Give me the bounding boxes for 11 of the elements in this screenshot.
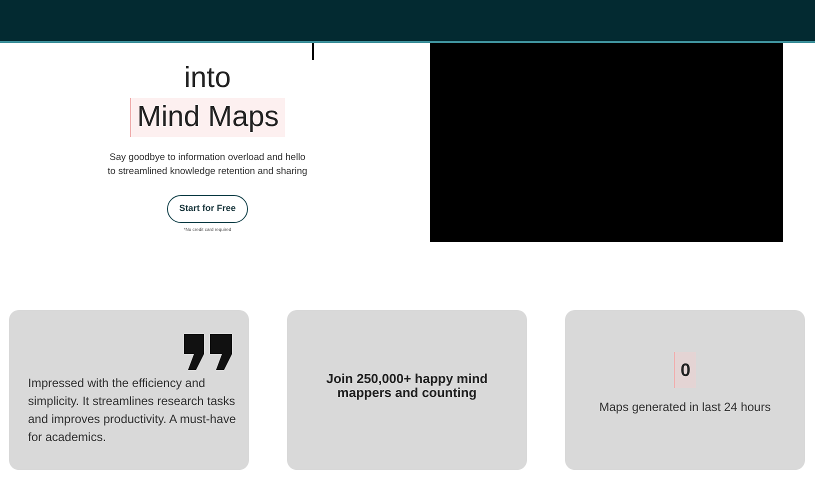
card-headline: Join 250,000+ happy mind mappers and counting	[325, 372, 489, 400]
video-player[interactable]	[430, 42, 783, 242]
testimonial-text: Impressed with the efficiency and simplicity. It streamlines research tasks and improves productivity. A must-have for academics.	[28, 375, 236, 446]
heading-text: into	[184, 61, 231, 96]
hero-subtitle: Say goodbye to information overload and hello to streamlined knowledge retention and sharing	[108, 151, 308, 179]
stat-label: Maps generated in last 24 hours	[599, 399, 771, 416]
stat-value: 0	[674, 352, 696, 388]
highlighted-heading: Mind Maps	[130, 98, 285, 137]
text-cursor	[312, 40, 314, 60]
start-button[interactable]: Start for Free	[167, 195, 248, 223]
quote-icon	[184, 334, 232, 370]
